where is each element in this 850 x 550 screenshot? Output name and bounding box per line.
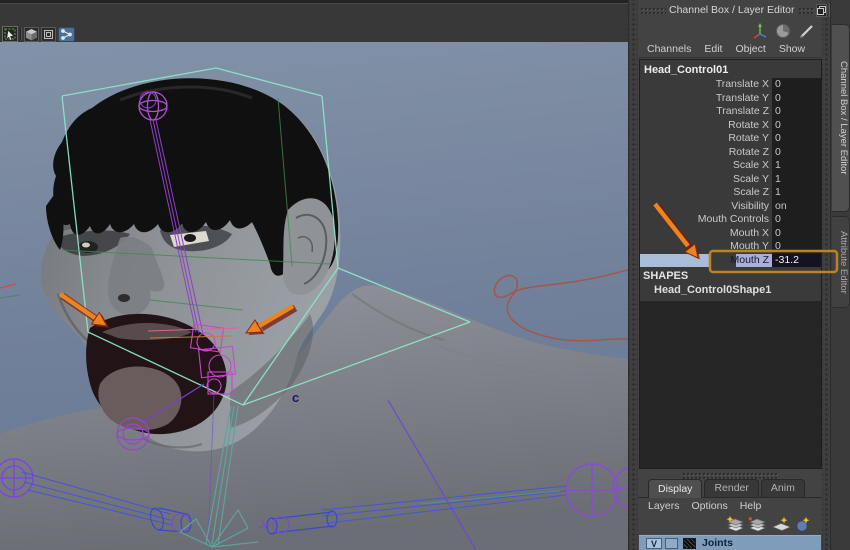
channel-list: Head_Control01 Translate X 0 Translate Y… xyxy=(639,59,822,469)
side-tab-strip: Channel Box / Layer Editor Attribute Edi… xyxy=(830,0,850,550)
layer-editor-tab[interactable]: Display xyxy=(648,479,703,498)
channel-value-field[interactable]: 0 xyxy=(772,105,821,119)
layer-editor-menubar: Layers Options Help xyxy=(638,500,822,515)
axis-manipulator-icon[interactable] xyxy=(753,23,767,39)
titlebar-grip[interactable] xyxy=(797,6,814,14)
viewport-toolbar-icons xyxy=(2,26,75,42)
layer-editor-tab[interactable]: Render xyxy=(704,479,759,497)
panel-edge-grip[interactable] xyxy=(822,0,830,550)
channel-label[interactable]: Scale X xyxy=(640,159,772,173)
channel-value-field[interactable]: 0 xyxy=(772,240,821,254)
channel-value-field[interactable]: 1 xyxy=(772,186,821,200)
channel-box-tool-icons xyxy=(753,23,813,39)
create-layer-icon[interactable] xyxy=(726,515,744,532)
channel-value-field[interactable]: 0 xyxy=(772,132,821,146)
channel-label[interactable]: Scale Y xyxy=(640,173,772,187)
channel-label[interactable]: Rotate Z xyxy=(640,146,772,160)
menu-item[interactable]: Object xyxy=(735,43,765,55)
layer-editor: DisplayRenderAnim Layers Options Help xyxy=(638,470,822,550)
viewport-toolbar xyxy=(0,0,628,45)
channel-value-field[interactable]: 0 xyxy=(772,91,821,105)
channel-label[interactable]: Translate X xyxy=(640,78,772,92)
channel-value-field[interactable]: 0 xyxy=(772,78,821,92)
channel-value-field[interactable]: -31.2 xyxy=(772,253,821,267)
layer-editor-tab[interactable]: Anim xyxy=(760,479,805,497)
create-layer-selected-icon[interactable] xyxy=(748,516,766,532)
titlebar-grip[interactable] xyxy=(640,6,666,14)
layer-editor-grip[interactable] xyxy=(682,472,778,479)
tab-channel-box[interactable]: Channel Box / Layer Editor xyxy=(832,24,850,212)
viewport-panel[interactable]: c xyxy=(0,0,628,550)
channel-label[interactable]: Translate Z xyxy=(640,105,772,119)
channel-row: Rotate Y 0 xyxy=(640,132,821,146)
channel-value-field[interactable]: 0 xyxy=(772,118,821,132)
channel-label[interactable]: Translate Y xyxy=(640,92,772,106)
viewport-scene[interactable]: c xyxy=(0,42,628,550)
restore-icon xyxy=(816,5,826,15)
channel-row: Mouth Y 0 xyxy=(640,240,821,254)
pencil-icon[interactable] xyxy=(800,25,813,38)
annotation-letter: c xyxy=(292,390,299,405)
tab-attribute-editor[interactable]: Attribute Editor xyxy=(832,216,850,308)
layer-row-joints[interactable]: V Joints xyxy=(639,535,821,550)
channel-row: Scale Y 1 xyxy=(640,172,821,187)
select-tool-icon[interactable] xyxy=(2,26,18,42)
channel-label[interactable]: Rotate X xyxy=(640,119,772,133)
speed-dial-icon[interactable] xyxy=(776,24,790,38)
menu-item[interactable]: Show xyxy=(779,43,805,55)
menu-item[interactable]: Edit xyxy=(704,43,722,55)
share-node-icon[interactable] xyxy=(58,27,75,42)
layer-action-icons xyxy=(726,515,810,532)
layer-name: Joints xyxy=(702,537,733,549)
channel-box-menubar: Channels Edit Object Show xyxy=(638,40,822,58)
channel-row: Mouth X 0 xyxy=(640,226,821,241)
menu-item[interactable]: Channels xyxy=(647,43,691,55)
channel-value-field[interactable]: 1 xyxy=(772,172,821,186)
layer-color-swatch[interactable] xyxy=(683,537,696,549)
channel-row: Scale Z 1 xyxy=(640,186,821,200)
channel-row: Visibility on xyxy=(640,199,821,214)
menu-item[interactable]: Layers xyxy=(648,500,680,515)
menu-item[interactable]: Help xyxy=(740,500,762,515)
channel-value-field[interactable]: 1 xyxy=(772,159,821,173)
polygon-cube-icon[interactable] xyxy=(24,27,39,42)
channel-box-panel: Channel Box / Layer Editor Channels Edit… xyxy=(638,0,840,550)
channel-label[interactable]: Mouth Z xyxy=(640,253,772,267)
channel-row: Mouth Controls 0 xyxy=(640,213,821,227)
shapes-header: SHAPES xyxy=(643,270,689,282)
shape-name[interactable]: Head_Control0Shape1 xyxy=(640,283,821,297)
channel-value-field[interactable]: on xyxy=(772,199,821,213)
channel-row: Translate Z 0 xyxy=(640,105,821,119)
layer-editor-tabs: Display Render Anim xyxy=(638,479,822,498)
channel-row: Translate X 0 xyxy=(640,78,821,92)
layer-playback-toggle[interactable] xyxy=(665,537,678,549)
create-override-layer-icon[interactable] xyxy=(796,516,810,532)
channel-value-field[interactable]: 0 xyxy=(772,213,821,227)
channel-rows: Translate X 0 Translate Y 0 Translate Z … xyxy=(640,78,821,267)
restore-button[interactable] xyxy=(815,3,827,17)
create-empty-layer-icon[interactable] xyxy=(772,516,791,531)
layer-visibility-toggle[interactable]: V xyxy=(646,537,662,549)
component-box-icon[interactable] xyxy=(41,27,56,42)
channel-label[interactable]: Visibility xyxy=(640,200,772,214)
channel-label[interactable]: Scale Z xyxy=(640,186,772,200)
channel-label[interactable]: Mouth X xyxy=(640,227,772,241)
menu-item[interactable]: Options xyxy=(692,500,728,515)
channel-row: Mouth Z -31.2 xyxy=(640,253,821,267)
channel-value-field[interactable]: 0 xyxy=(772,226,821,240)
object-name[interactable]: Head_Control01 xyxy=(640,62,821,78)
channel-row: Scale X 1 xyxy=(640,159,821,173)
panel-titlebar[interactable]: Channel Box / Layer Editor xyxy=(638,0,840,20)
channel-label[interactable]: Mouth Y xyxy=(640,240,772,254)
channel-label[interactable]: Rotate Y xyxy=(640,132,772,146)
channel-row: Translate Y 0 xyxy=(640,91,821,106)
channel-label[interactable]: Mouth Controls xyxy=(640,213,772,227)
channel-row: Rotate X 0 xyxy=(640,118,821,133)
panel-title: Channel Box / Layer Editor xyxy=(669,4,795,16)
channel-row: Rotate Z 0 xyxy=(640,145,821,160)
channel-value-field[interactable]: 0 xyxy=(772,145,821,159)
